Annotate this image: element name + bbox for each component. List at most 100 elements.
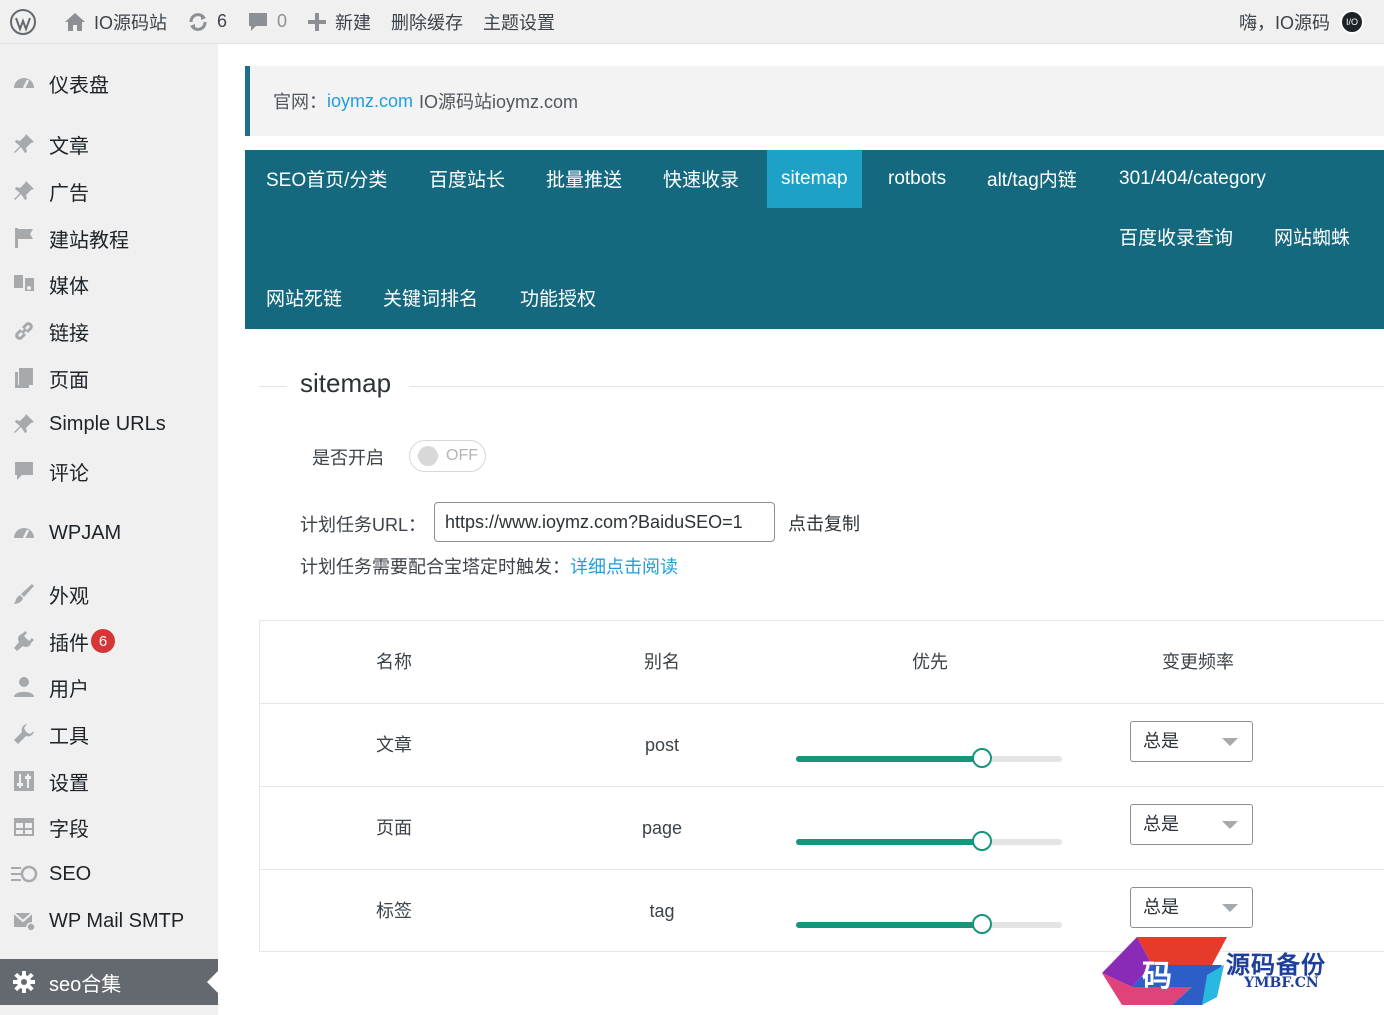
column-header-priority: 优先 — [912, 652, 948, 672]
sidebar-item-3[interactable]: 建站教程 — [0, 218, 218, 258]
tab-7[interactable]: 301/404/category — [1105, 150, 1280, 208]
media-icon — [10, 270, 38, 298]
sidebar-item-16[interactable]: SEO — [0, 854, 218, 894]
frequency-select[interactable]: 总是 — [1130, 721, 1253, 762]
official-site-link[interactable]: ioymz.com — [327, 91, 413, 112]
user-icon — [10, 673, 38, 701]
watermark-glyph: 码 — [1142, 959, 1172, 994]
table-header-row: 名称 别名 优先 变更频率 — [260, 621, 1384, 704]
new-content-menu[interactable]: 新建 — [297, 0, 381, 44]
frequency-value: 总是 — [1143, 814, 1179, 834]
updates-menu[interactable]: 6 — [177, 0, 237, 44]
gear-icon — [10, 968, 38, 996]
pin-icon — [10, 130, 38, 158]
sidebar-item-label: WPJAM — [49, 521, 122, 544]
sidebar-item-label: 链接 — [49, 322, 89, 345]
sidebar-item-14[interactable]: 设置 — [0, 761, 218, 801]
read-more-link[interactable]: 详细点击阅读 — [570, 557, 678, 577]
sidebar-item-label: 建站教程 — [49, 229, 129, 252]
tab-1[interactable]: 百度站长 — [415, 152, 519, 210]
wp-logo-menu[interactable] — [0, 0, 54, 44]
comment-icon — [10, 457, 38, 485]
avatar: I/O — [1340, 9, 1364, 34]
pin-icon — [10, 410, 38, 438]
priority-slider[interactable] — [796, 914, 1062, 934]
sidebar-item-8[interactable]: 评论 — [0, 451, 218, 491]
slider-fill — [796, 756, 983, 762]
clear-cache-button[interactable]: 删除缓存 — [381, 0, 473, 44]
sidebar-item-label: 插件 — [49, 632, 89, 655]
section-title: sitemap — [300, 368, 392, 398]
theme-settings-button[interactable]: 主题设置 — [473, 0, 565, 44]
sidebar-item-9[interactable]: WPJAM — [0, 513, 218, 553]
sidebar-item-label: 文章 — [49, 135, 89, 158]
site-name-menu[interactable]: IO源码站 — [54, 0, 177, 44]
slider-thumb[interactable] — [972, 831, 993, 851]
sidebar-item-label: seo合集 — [49, 973, 122, 996]
sidebar-item-6[interactable]: 页面 — [0, 358, 218, 398]
slider-fill — [796, 922, 983, 928]
settings-icon — [10, 767, 38, 795]
tab-0[interactable]: SEO首页/分类 — [252, 152, 401, 210]
slider-thumb[interactable] — [972, 914, 993, 934]
sidebar-item-0[interactable]: 仪表盘 — [0, 63, 218, 103]
slider-thumb[interactable] — [972, 748, 993, 768]
tab-4[interactable]: sitemap — [767, 150, 862, 208]
sidebar-item-label: 评论 — [49, 462, 89, 485]
frequency-select[interactable]: 总是 — [1130, 804, 1253, 845]
new-label: 新建 — [335, 12, 372, 33]
chevron-down-icon — [1222, 738, 1238, 746]
priority-slider[interactable] — [796, 748, 1062, 768]
cron-note-text: 计划任务需要配合宝塔定时触发： — [300, 557, 570, 577]
site-notice: 官网： ioymz.com IO源码站ioymz.com — [245, 66, 1384, 136]
row-alias: tag — [649, 901, 675, 921]
pages-icon — [10, 364, 38, 392]
cron-note: 计划任务需要配合宝塔定时触发：详细点击阅读 — [300, 553, 678, 579]
pin-icon — [10, 177, 38, 205]
dashboard-icon — [10, 69, 38, 97]
sidebar-item-label: 字段 — [49, 818, 89, 841]
watermark-domain: YMBF.CN — [1244, 975, 1319, 991]
sidebar-item-label: 工具 — [49, 725, 89, 748]
frequency-select[interactable]: 总是 — [1130, 887, 1253, 928]
notice-prefix: 官网： — [273, 92, 327, 112]
sidebar-item-label: 仪表盘 — [49, 74, 109, 97]
cron-url-input[interactable] — [434, 502, 775, 542]
settings-tabs: SEO首页/分类 百度站长 批量推送 快速收录 sitemap rotbots alt/ta… — [245, 150, 1384, 329]
tab-2[interactable]: 批量推送 — [532, 152, 636, 210]
sidebar-item-4[interactable]: 媒体 — [0, 264, 218, 304]
tab-10[interactable]: 网站死链 — [252, 271, 356, 329]
sidebar-item-7[interactable]: Simple URLs — [0, 404, 218, 444]
sidebar-item-13[interactable]: 工具 — [0, 714, 218, 754]
sidebar-item-12[interactable]: 用户 — [0, 667, 218, 707]
tab-8[interactable]: 百度收录查询 — [1105, 210, 1247, 268]
flag-icon — [10, 224, 38, 252]
sidebar-item-17[interactable]: WP Mail SMTP — [0, 901, 218, 941]
my-account-menu[interactable]: 嗨，IO源码 I/O — [1239, 9, 1384, 35]
tab-5[interactable]: rotbots — [874, 150, 960, 208]
wrench-icon — [10, 720, 38, 748]
sidebar-item-10[interactable]: 外观 — [0, 574, 218, 614]
notice-suffix: IO源码站ioymz.com — [419, 92, 579, 112]
tab-6[interactable]: alt/tag内链 — [973, 152, 1091, 210]
copy-url-button[interactable]: 点击复制 — [788, 510, 860, 536]
priority-slider[interactable] — [796, 831, 1062, 851]
sidebar-item-15[interactable]: 字段 — [0, 807, 218, 847]
sidebar-item-label: 广告 — [49, 182, 89, 205]
cron-url-label: 计划任务URL： — [300, 515, 427, 535]
tab-3[interactable]: 快速收录 — [649, 152, 753, 210]
sidebar-item-18[interactable]: seo合集 — [0, 959, 218, 1005]
enable-sitemap-toggle[interactable]: OFF — [409, 440, 486, 472]
link-icon — [10, 317, 38, 345]
brush-icon — [10, 580, 38, 608]
tab-9[interactable]: 网站蜘蛛 — [1260, 210, 1364, 268]
tab-12[interactable]: 功能授权 — [506, 271, 610, 329]
sidebar-item-5[interactable]: 链接 — [0, 311, 218, 351]
sidebar-item-11[interactable]: 插件 6 — [0, 621, 218, 661]
sidebar-item-2[interactable]: 广告 — [0, 171, 218, 211]
tab-11[interactable]: 关键词排名 — [369, 271, 492, 329]
comments-count: 0 — [277, 11, 288, 31]
sidebar-item-1[interactable]: 文章 — [0, 124, 218, 164]
comments-menu[interactable]: 0 — [237, 0, 297, 44]
section-heading: sitemap — [259, 366, 1384, 406]
